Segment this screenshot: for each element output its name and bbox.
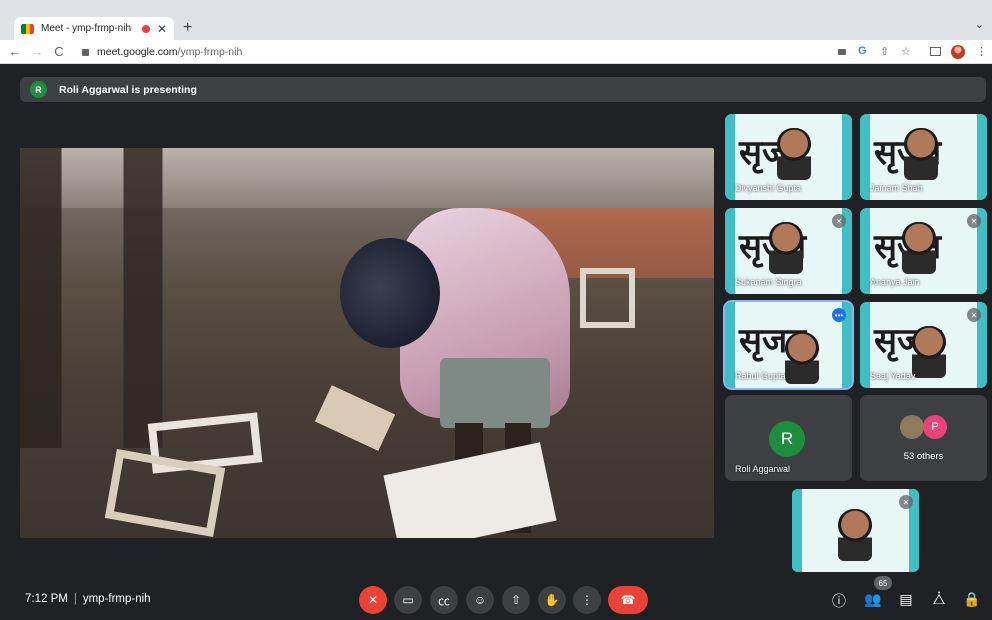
participant-video bbox=[912, 326, 946, 378]
presenter-avatar: R bbox=[769, 421, 805, 457]
participant-tile[interactable]: सृजन ✕ Ananya Jain bbox=[860, 208, 987, 294]
self-video bbox=[838, 509, 872, 561]
presenting-banner: R Roli Aggarwal is presenting bbox=[20, 77, 986, 102]
person-shorts bbox=[440, 358, 550, 428]
others-tile[interactable]: P 53 others bbox=[860, 395, 987, 481]
participant-tile[interactable]: सृजन ✕ Saaj Yadav bbox=[860, 302, 987, 388]
people-icon[interactable]: 👥 bbox=[864, 591, 882, 608]
google-extension-icon[interactable]: G bbox=[858, 45, 867, 57]
forward-arrow-icon[interactable]: → bbox=[30, 44, 44, 59]
meeting-controls-bar: 7:12 PM | ymp-frmp-nih ✕ ▭ ㏄ ☺ ⇧ ✋ ⋮ ☎ ⓘ 6… bbox=[0, 576, 992, 620]
more-options-button[interactable]: ⋮ bbox=[573, 586, 601, 614]
participant-tile[interactable]: सृजन Jainam Shah bbox=[860, 114, 987, 200]
camera-in-use-icon[interactable] bbox=[838, 49, 846, 55]
participant-video bbox=[785, 332, 819, 384]
participant-name: Ananya Jain bbox=[870, 277, 920, 287]
activities-icon[interactable]: ⧊ bbox=[930, 591, 948, 608]
participant-name: Divyanshi Gupta bbox=[735, 183, 802, 193]
omnibox[interactable]: meet.google.com/ymp-frmp-nih bbox=[82, 43, 822, 61]
mic-off-icon: ✕ bbox=[832, 214, 846, 228]
meeting-code: ymp-frmp-nih bbox=[82, 593, 151, 605]
share-icon[interactable]: ⇧ bbox=[880, 45, 889, 58]
meeting-info-icon[interactable]: ⓘ bbox=[830, 591, 848, 611]
participant-video bbox=[777, 128, 811, 180]
presenter-tile[interactable]: R Roli Aggarwal bbox=[725, 395, 852, 481]
meet-favicon-icon bbox=[21, 23, 34, 34]
leave-call-button[interactable]: ☎ bbox=[608, 586, 648, 614]
others-avatar-photo bbox=[900, 415, 924, 439]
browser-tab-bar: Meet - ymp-frmp-nih ✕ + ⌄ bbox=[0, 0, 992, 40]
browser-menu-icon[interactable]: ⋮ bbox=[976, 45, 987, 58]
participant-name: Roli Aggarwal bbox=[735, 464, 791, 474]
mic-off-icon: ✕ bbox=[899, 495, 913, 509]
participant-name: Sukanam Singra bbox=[735, 277, 802, 287]
participant-video bbox=[769, 222, 803, 274]
participant-tile-speaking[interactable]: सृजन ••• Rahul Gupta bbox=[723, 300, 854, 390]
current-time: 7:12 PM bbox=[25, 593, 68, 605]
video-scene-bystanders bbox=[20, 148, 250, 448]
present-now-button[interactable]: ⇧ bbox=[502, 586, 530, 614]
meeting-details: 7:12 PM | ymp-frmp-nih bbox=[25, 593, 151, 605]
side-panel-icon[interactable] bbox=[930, 47, 941, 56]
recording-indicator-icon bbox=[141, 24, 150, 33]
participant-video bbox=[902, 222, 936, 274]
url-text: meet.google.com/ymp-frmp-nih bbox=[97, 46, 242, 58]
url-host: meet.google.com bbox=[97, 46, 178, 58]
back-arrow-icon[interactable]: ← bbox=[8, 44, 22, 59]
participant-count-badge: 65 bbox=[874, 576, 892, 590]
participant-name: Rahul Gupta bbox=[735, 371, 786, 381]
close-tab-icon[interactable]: ✕ bbox=[157, 22, 167, 36]
captions-button[interactable]: ㏄ bbox=[430, 586, 458, 614]
participant-video bbox=[904, 128, 938, 180]
self-view-tile[interactable]: ✕ bbox=[792, 489, 919, 572]
profile-avatar-icon[interactable] bbox=[951, 45, 965, 59]
tab-title: Meet - ymp-frmp-nih bbox=[41, 23, 132, 34]
speaking-indicator-icon: ••• bbox=[832, 308, 846, 322]
meet-tab[interactable]: Meet - ymp-frmp-nih ✕ bbox=[14, 17, 174, 40]
reload-icon[interactable]: C bbox=[52, 44, 66, 59]
bookmark-star-icon[interactable]: ☆ bbox=[901, 45, 911, 58]
camera-toggle-button[interactable]: ▭ bbox=[394, 586, 422, 614]
person-head bbox=[340, 238, 440, 348]
raise-hand-button[interactable]: ✋ bbox=[538, 586, 566, 614]
separator: | bbox=[73, 593, 77, 605]
url-path: /ymp-frmp-nih bbox=[177, 46, 243, 58]
presenting-text: Roli Aggarwal is presenting bbox=[59, 83, 197, 96]
lock-icon bbox=[82, 48, 89, 56]
participant-name: Jainam Shah bbox=[870, 183, 923, 193]
participant-name: Saaj Yadav bbox=[870, 371, 916, 381]
mic-off-icon: ✕ bbox=[967, 308, 981, 322]
presenter-avatar: R bbox=[30, 81, 47, 98]
host-controls-lock-icon[interactable]: 🔒 bbox=[963, 591, 981, 608]
new-tab-button[interactable]: + bbox=[183, 17, 192, 39]
tab-search-chevron-icon[interactable]: ⌄ bbox=[975, 18, 984, 31]
address-bar: ← → C meet.google.com/ymp-frmp-nih G ⇧ ☆… bbox=[0, 40, 992, 64]
mic-off-icon: ✕ bbox=[967, 214, 981, 228]
others-avatar: P bbox=[923, 415, 947, 439]
participant-tile[interactable]: सृजन ✕ Sukanam Singra bbox=[725, 208, 852, 294]
others-count-label: 53 others bbox=[903, 451, 944, 462]
participant-tile[interactable]: सृजन Divyanshi Gupta bbox=[725, 114, 852, 200]
chat-icon[interactable]: ▤ bbox=[897, 591, 915, 608]
presentation-video[interactable] bbox=[20, 148, 714, 538]
mic-toggle-button[interactable]: ✕ bbox=[359, 586, 387, 614]
emoji-reaction-button[interactable]: ☺ bbox=[466, 586, 494, 614]
